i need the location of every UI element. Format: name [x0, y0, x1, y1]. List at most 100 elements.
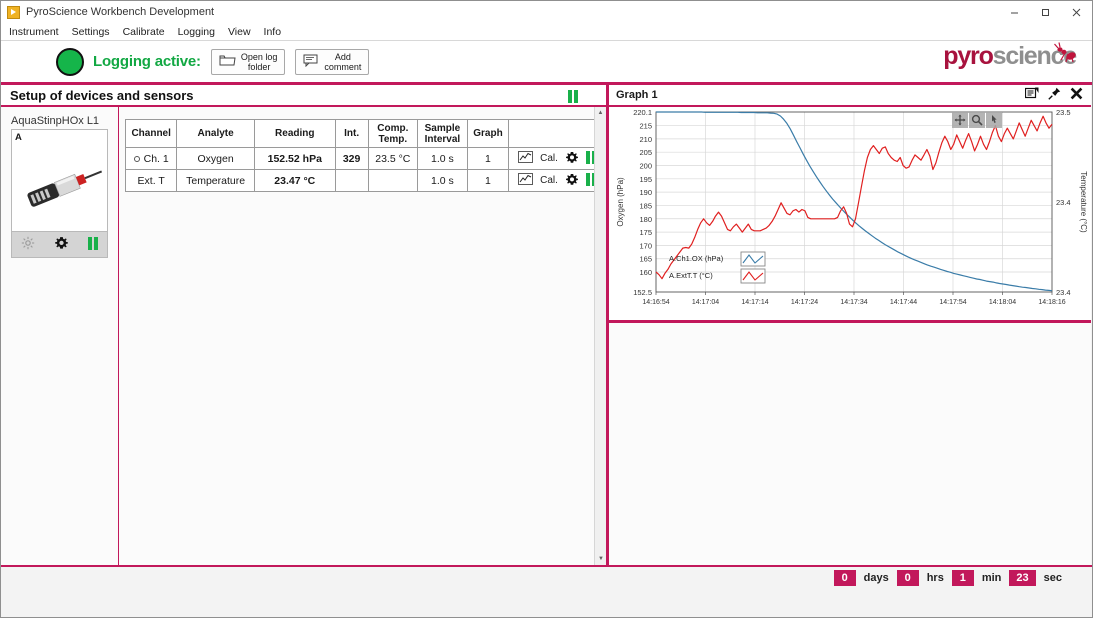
col-reading: Reading	[254, 120, 335, 148]
toolbar: Logging active: Open logfolder	[1, 41, 1092, 85]
svg-text:175: 175	[639, 228, 652, 237]
device-name: AquaStinpHOx L1	[11, 115, 118, 127]
sensor-table-wrap: Channel Analyte Reading Int. Comp.Temp. …	[119, 107, 606, 565]
channel-radio[interactable]	[134, 156, 140, 162]
chart-icon[interactable]	[518, 173, 533, 188]
svg-text:A.ExtT.T (°C): A.ExtT.T (°C)	[669, 271, 713, 280]
table-row[interactable]: Ext. T Temperature 23.47 °C 1.0 s 1	[126, 170, 606, 192]
cursor-icon[interactable]	[986, 112, 1002, 128]
status-sec-value: 23	[1009, 570, 1035, 586]
menu-item-logging[interactable]: Logging	[178, 26, 215, 38]
setup-pause-icon[interactable]	[568, 90, 578, 106]
cal-label[interactable]: Cal.	[540, 153, 558, 164]
device-image	[12, 143, 107, 231]
zoom-icon[interactable]	[969, 112, 985, 128]
status-sec-label: sec	[1036, 572, 1070, 584]
svg-text:190: 190	[639, 188, 652, 197]
col-actions	[509, 120, 606, 148]
svg-text:170: 170	[639, 241, 652, 250]
scroll-up-icon[interactable]: ▲	[595, 107, 606, 119]
svg-text:14:17:24: 14:17:24	[791, 299, 818, 306]
svg-text:23.4: 23.4	[1056, 288, 1071, 297]
svg-text:14:18:04: 14:18:04	[989, 299, 1016, 306]
menu-item-instrument[interactable]: Instrument	[9, 26, 59, 38]
svg-text:Oxygen (hPa): Oxygen (hPa)	[616, 177, 625, 227]
svg-text:14:17:44: 14:17:44	[890, 299, 917, 306]
svg-text:14:17:04: 14:17:04	[692, 299, 719, 306]
setup-scrollbar[interactable]: ▲ ▼	[594, 107, 606, 565]
folder-icon	[219, 53, 236, 70]
status-min-value: 1	[952, 570, 974, 586]
svg-text:165: 165	[639, 255, 652, 264]
device-column: AquaStinpHOx L1 A	[1, 107, 119, 565]
gear-icon[interactable]	[54, 236, 69, 253]
scroll-down-icon[interactable]: ▼	[595, 553, 607, 565]
graph-empty-area	[609, 323, 1091, 565]
status-days-label: days	[856, 572, 897, 584]
col-comp-temp: Comp.Temp.	[368, 120, 418, 148]
menu-item-view[interactable]: View	[228, 26, 251, 38]
svg-text:220.1: 220.1	[633, 108, 652, 117]
graph-panel-header: Graph 1	[609, 85, 1091, 107]
cell-channel: Ch. 1	[126, 148, 177, 170]
gear-icon[interactable]	[565, 173, 579, 189]
setup-panel-body: AquaStinpHOx L1 A	[1, 107, 606, 565]
cell-graph: 1	[467, 148, 508, 170]
close-icon[interactable]	[1070, 87, 1083, 103]
setup-panel-title: Setup of devices and sensors	[10, 88, 194, 103]
menu-bar: Instrument Settings Calibrate Logging Vi…	[1, 23, 1092, 41]
add-comment-button[interactable]: Addcomment	[295, 49, 369, 75]
device-card[interactable]: A	[11, 129, 108, 258]
col-channel: Channel	[126, 120, 177, 148]
minimize-button[interactable]	[999, 1, 1030, 23]
add-comment-label: Addcomment	[324, 52, 361, 72]
logging-status: Logging active:	[56, 48, 201, 76]
col-analyte: Analyte	[177, 120, 255, 148]
ant-icon	[1053, 42, 1079, 73]
cell-sample-interval: 1.0 s	[418, 170, 468, 192]
svg-text:160: 160	[639, 268, 652, 277]
svg-text:Temperature (°C): Temperature (°C)	[1079, 171, 1088, 233]
table-row[interactable]: Ch. 1 Oxygen 152.52 hPa 329 23.5 °C 1.0 …	[126, 148, 606, 170]
chart-container[interactable]: 220.121521020520019519018518017517016516…	[609, 107, 1091, 323]
svg-text:14:17:34: 14:17:34	[840, 299, 867, 306]
svg-text:23.5: 23.5	[1056, 108, 1071, 117]
device-pause-icon[interactable]	[88, 237, 98, 253]
maximize-button[interactable]	[1030, 1, 1061, 23]
cell-intensity	[335, 170, 368, 192]
status-hrs-label: hrs	[919, 572, 952, 584]
gear-icon[interactable]	[565, 151, 579, 167]
notes-icon[interactable]	[1025, 87, 1039, 103]
svg-text:210: 210	[639, 135, 652, 144]
status-hrs-value: 0	[897, 570, 919, 586]
cell-comp-temp	[368, 170, 418, 192]
svg-text:195: 195	[639, 175, 652, 184]
graph-title: Graph 1	[616, 89, 658, 101]
graph-panel: Graph 1	[609, 85, 1091, 565]
plot-toolbar	[952, 112, 1002, 128]
cell-actions: Cal.	[509, 170, 606, 192]
status-bar: 0 days 0 hrs 1 min 23 sec	[1, 565, 1092, 589]
app-icon	[7, 6, 20, 19]
chart-icon[interactable]	[518, 151, 533, 166]
status-days-value: 0	[834, 570, 856, 586]
application-window: PyroScience Workbench Development Instru…	[0, 0, 1093, 618]
menu-item-settings[interactable]: Settings	[72, 26, 110, 38]
close-button[interactable]	[1061, 1, 1092, 23]
logging-status-text: Logging active:	[93, 53, 201, 70]
table-header-row: Channel Analyte Reading Int. Comp.Temp. …	[126, 120, 606, 148]
menu-item-calibrate[interactable]: Calibrate	[123, 26, 165, 38]
svg-text:205: 205	[639, 148, 652, 157]
open-log-folder-button[interactable]: Open logfolder	[211, 49, 286, 75]
svg-text:185: 185	[639, 201, 652, 210]
cal-label[interactable]: Cal.	[540, 175, 558, 186]
cell-reading: 152.52 hPa	[254, 148, 335, 170]
cell-analyte: Oxygen	[177, 148, 255, 170]
svg-text:14:17:54: 14:17:54	[939, 299, 966, 306]
menu-item-info[interactable]: Info	[264, 26, 282, 38]
flash-icon[interactable]	[21, 236, 35, 253]
svg-text:A.Ch1.OX (hPa): A.Ch1.OX (hPa)	[669, 254, 724, 263]
svg-text:14:17:14: 14:17:14	[741, 299, 768, 306]
pin-icon[interactable]	[1048, 87, 1061, 103]
pan-icon[interactable]	[952, 112, 968, 128]
